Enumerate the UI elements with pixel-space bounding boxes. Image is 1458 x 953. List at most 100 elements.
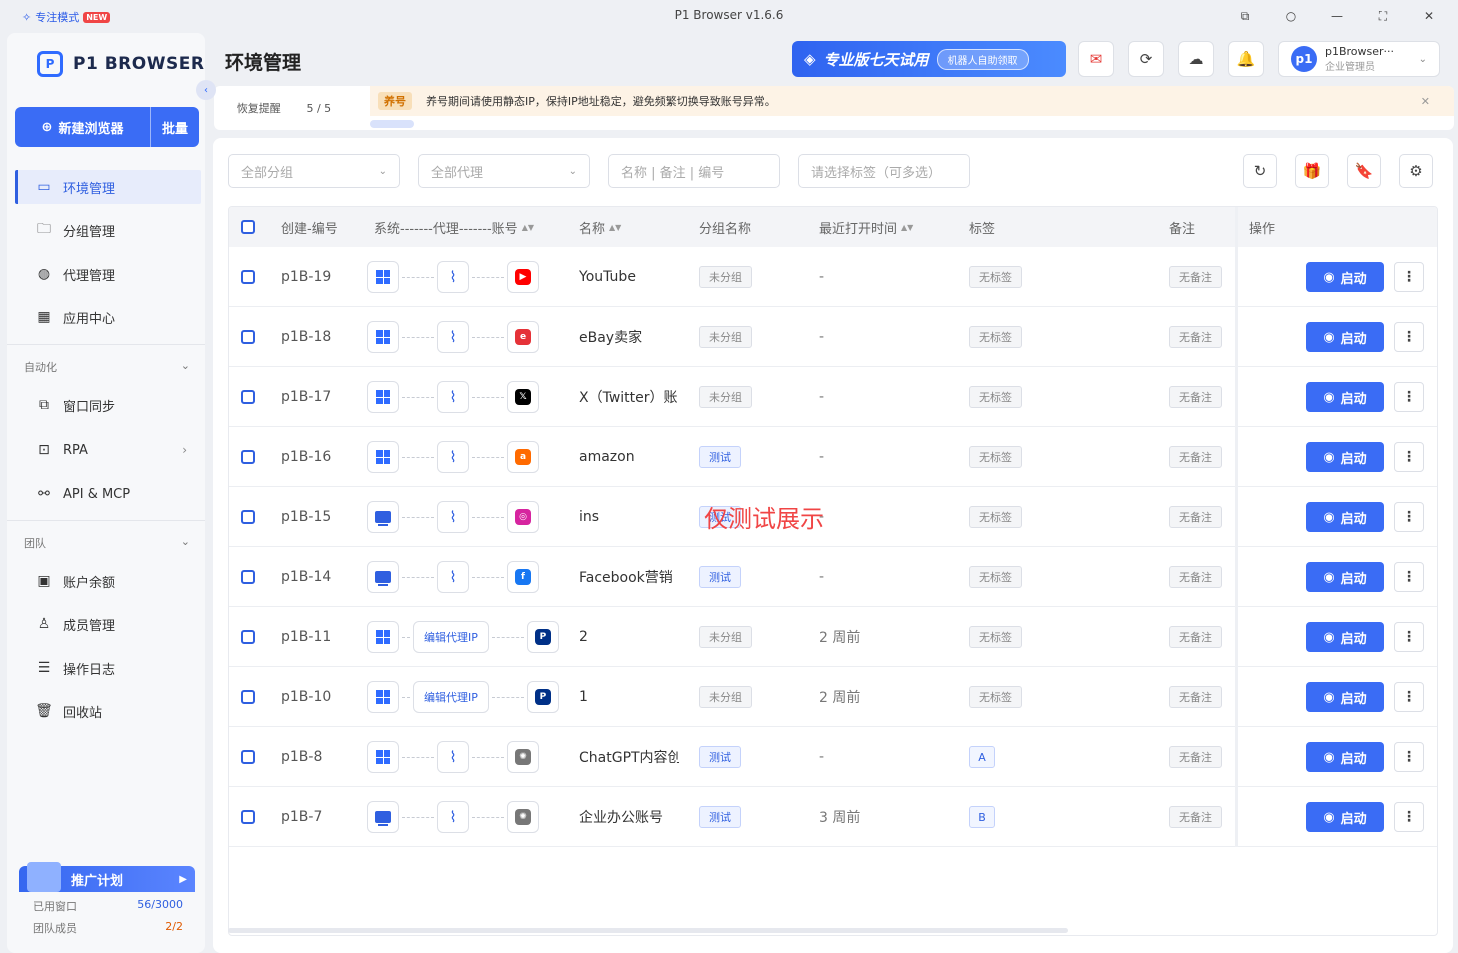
os-chip[interactable] bbox=[367, 681, 399, 713]
row-checkbox[interactable] bbox=[241, 787, 255, 847]
proxy-chip[interactable]: ⌇ bbox=[437, 741, 469, 773]
trial-banner-button[interactable]: ◈ 专业版七天试用 机器人自助领取 bbox=[792, 41, 1066, 77]
table-row[interactable]: p1B-11 编辑代理IP P 2 未分组 2 周前 无标签 无备注 ◉ 启动 ⋮ bbox=[229, 607, 1437, 667]
start-button[interactable]: ◉ 启动 bbox=[1306, 682, 1384, 712]
settings-button[interactable]: ⚙ bbox=[1399, 154, 1433, 188]
proxy-chip[interactable]: ⌇ bbox=[437, 261, 469, 293]
account-chip[interactable]: e bbox=[507, 321, 539, 353]
proxy-chip[interactable]: ⌇ bbox=[437, 441, 469, 473]
table-row[interactable]: p1B-8 ⌇ ✺ ChatGPT内容创 测试 - A 无备注 ◉ 启动 ⋮ bbox=[229, 727, 1437, 787]
os-chip[interactable] bbox=[367, 501, 399, 533]
more-options-button[interactable]: ⋮ bbox=[1394, 442, 1424, 472]
table-row[interactable]: p1B-16 ⌇ a amazon 测试 - 无标签 无备注 ◉ 启动 ⋮ bbox=[229, 427, 1437, 487]
select-all-checkbox[interactable] bbox=[241, 207, 255, 247]
row-checkbox[interactable] bbox=[241, 487, 255, 547]
recover-reminder[interactable]: 恢复提醒 5 / 5 bbox=[214, 86, 354, 130]
row-checkbox[interactable] bbox=[241, 427, 255, 487]
account-chip[interactable]: f bbox=[507, 561, 539, 593]
nav-api-mcp[interactable]: ⚯ API & MCP bbox=[15, 477, 201, 511]
row-checkbox[interactable] bbox=[241, 547, 255, 607]
th-last-open[interactable]: 最近打开时间 ▲▼ bbox=[819, 207, 913, 247]
os-chip[interactable] bbox=[367, 561, 399, 593]
nav-app-center[interactable]: ▦ 应用中心 bbox=[15, 300, 201, 334]
os-chip[interactable] bbox=[367, 441, 399, 473]
nav-member-manage[interactable]: ♙ 成员管理 bbox=[15, 607, 201, 641]
account-chip[interactable]: ✺ bbox=[507, 741, 539, 773]
maximize-icon[interactable]: ⛶ bbox=[1360, 4, 1406, 28]
collapse-sidebar-button[interactable]: ‹ bbox=[196, 80, 216, 100]
close-icon[interactable]: ✕ bbox=[1421, 95, 1430, 108]
start-button[interactable]: ◉ 启动 bbox=[1306, 322, 1384, 352]
search-input[interactable]: 名称 | 备注 | 编号 bbox=[608, 154, 780, 188]
nav-operation-log[interactable]: ☰ 操作日志 bbox=[15, 651, 201, 685]
more-options-button[interactable]: ⋮ bbox=[1394, 262, 1424, 292]
proxy-chip[interactable]: ⌇ bbox=[437, 801, 469, 833]
automation-section[interactable]: 自动化 ⌄ bbox=[24, 359, 190, 375]
start-button[interactable]: ◉ 启动 bbox=[1306, 742, 1384, 772]
refresh-button[interactable]: ↻ bbox=[1243, 154, 1277, 188]
account-chip[interactable]: ✺ bbox=[507, 801, 539, 833]
row-checkbox[interactable] bbox=[241, 667, 255, 727]
horizontal-scrollbar[interactable] bbox=[228, 928, 1068, 933]
gift-button[interactable]: 🎁 bbox=[1295, 154, 1329, 188]
nav-group-manage[interactable]: 🗀 分组管理 bbox=[15, 213, 201, 247]
account-chip[interactable]: 𝕏 bbox=[507, 381, 539, 413]
th-sys[interactable]: 系统-------代理-------账号 ▲▼ bbox=[374, 207, 534, 247]
proxy-filter-select[interactable]: 全部代理 ⌄ bbox=[418, 154, 590, 188]
edit-proxy-ip-button[interactable]: 编辑代理IP bbox=[413, 621, 489, 653]
user-menu[interactable]: p1 p1Browser··· 企业管理员 ⌄ bbox=[1278, 41, 1440, 77]
cloud-download-button[interactable]: ☁ bbox=[1178, 41, 1214, 77]
start-button[interactable]: ◉ 启动 bbox=[1306, 442, 1384, 472]
nav-account-balance[interactable]: ▣ 账户余额 bbox=[15, 564, 201, 598]
table-row[interactable]: p1B-17 ⌇ 𝕏 X（Twitter）账 未分组 - 无标签 无备注 ◉ 启动 ⋮ bbox=[229, 367, 1437, 427]
row-checkbox[interactable] bbox=[241, 607, 255, 667]
refresh-window-icon[interactable]: ○ bbox=[1268, 4, 1314, 28]
account-chip[interactable]: P bbox=[526, 681, 559, 713]
table-row[interactable]: p1B-19 ⌇ ▶ YouTube 未分组 - 无标签 无备注 ◉ 启动 ⋮ bbox=[229, 247, 1437, 307]
more-options-button[interactable]: ⋮ bbox=[1394, 322, 1424, 352]
row-checkbox[interactable] bbox=[241, 307, 255, 367]
start-button[interactable]: ◉ 启动 bbox=[1306, 802, 1384, 832]
edit-proxy-ip-button[interactable]: 编辑代理IP bbox=[413, 681, 489, 713]
minimize-icon[interactable]: — bbox=[1314, 4, 1360, 28]
start-button[interactable]: ◉ 启动 bbox=[1306, 502, 1384, 532]
os-chip[interactable] bbox=[367, 261, 399, 293]
nav-window-sync[interactable]: ⧉ 窗口同步 bbox=[15, 388, 201, 422]
notification-button[interactable]: 🔔 bbox=[1228, 41, 1264, 77]
nav-proxy-manage[interactable]: ◍ 代理管理 bbox=[15, 257, 201, 291]
nav-recycle-bin[interactable]: 🗑 回收站 bbox=[15, 694, 201, 728]
new-browser-button[interactable]: ⊕ 新建浏览器 bbox=[15, 107, 151, 147]
start-button[interactable]: ◉ 启动 bbox=[1306, 562, 1384, 592]
pin-window-icon[interactable]: ⧉ bbox=[1222, 4, 1268, 28]
more-options-button[interactable]: ⋮ bbox=[1394, 802, 1424, 832]
table-row[interactable]: p1B-10 编辑代理IP P 1 未分组 2 周前 无标签 无备注 ◉ 启动 ⋮ bbox=[229, 667, 1437, 727]
account-chip[interactable]: ▶ bbox=[507, 261, 539, 293]
table-row[interactable]: p1B-7 ⌇ ✺ 企业办公账号 测试 3 周前 B 无备注 ◉ 启动 ⋮ bbox=[229, 787, 1437, 847]
proxy-chip[interactable]: ⌇ bbox=[437, 501, 469, 533]
proxy-chip[interactable]: ⌇ bbox=[437, 381, 469, 413]
start-button[interactable]: ◉ 启动 bbox=[1306, 382, 1384, 412]
nav-rpa[interactable]: ⊡ RPA › bbox=[15, 433, 201, 467]
sync-button[interactable]: ⟳ bbox=[1128, 41, 1164, 77]
bookmark-button[interactable]: 🔖 bbox=[1347, 154, 1381, 188]
focus-mode-toggle[interactable]: ✧ 专注模式 NEW bbox=[22, 9, 111, 25]
more-options-button[interactable]: ⋮ bbox=[1394, 382, 1424, 412]
promo-plan-button[interactable]: 推广计划 ▶ bbox=[19, 862, 195, 892]
tag-filter-select[interactable]: 请选择标签（可多选） bbox=[798, 154, 970, 188]
proxy-chip[interactable]: ⌇ bbox=[437, 561, 469, 593]
more-options-button[interactable]: ⋮ bbox=[1394, 562, 1424, 592]
start-button[interactable]: ◉ 启动 bbox=[1306, 262, 1384, 292]
os-chip[interactable] bbox=[367, 321, 399, 353]
table-row[interactable]: p1B-14 ⌇ f Facebook营销 测试 - 无标签 无备注 ◉ 启动 ⋮ bbox=[229, 547, 1437, 607]
more-options-button[interactable]: ⋮ bbox=[1394, 622, 1424, 652]
os-chip[interactable] bbox=[367, 621, 399, 653]
account-chip[interactable]: ◎ bbox=[507, 501, 539, 533]
table-row[interactable]: p1B-15 ⌇ ◎ ins 测试 - 无标签 无备注 ◉ 启动 ⋮ bbox=[229, 487, 1437, 547]
batch-button[interactable]: 批量 bbox=[151, 107, 199, 147]
mail-button[interactable]: ✉ bbox=[1078, 41, 1114, 77]
row-checkbox[interactable] bbox=[241, 367, 255, 427]
more-options-button[interactable]: ⋮ bbox=[1394, 742, 1424, 772]
close-icon[interactable]: ✕ bbox=[1406, 4, 1452, 28]
group-filter-select[interactable]: 全部分组 ⌄ bbox=[228, 154, 400, 188]
more-options-button[interactable]: ⋮ bbox=[1394, 682, 1424, 712]
